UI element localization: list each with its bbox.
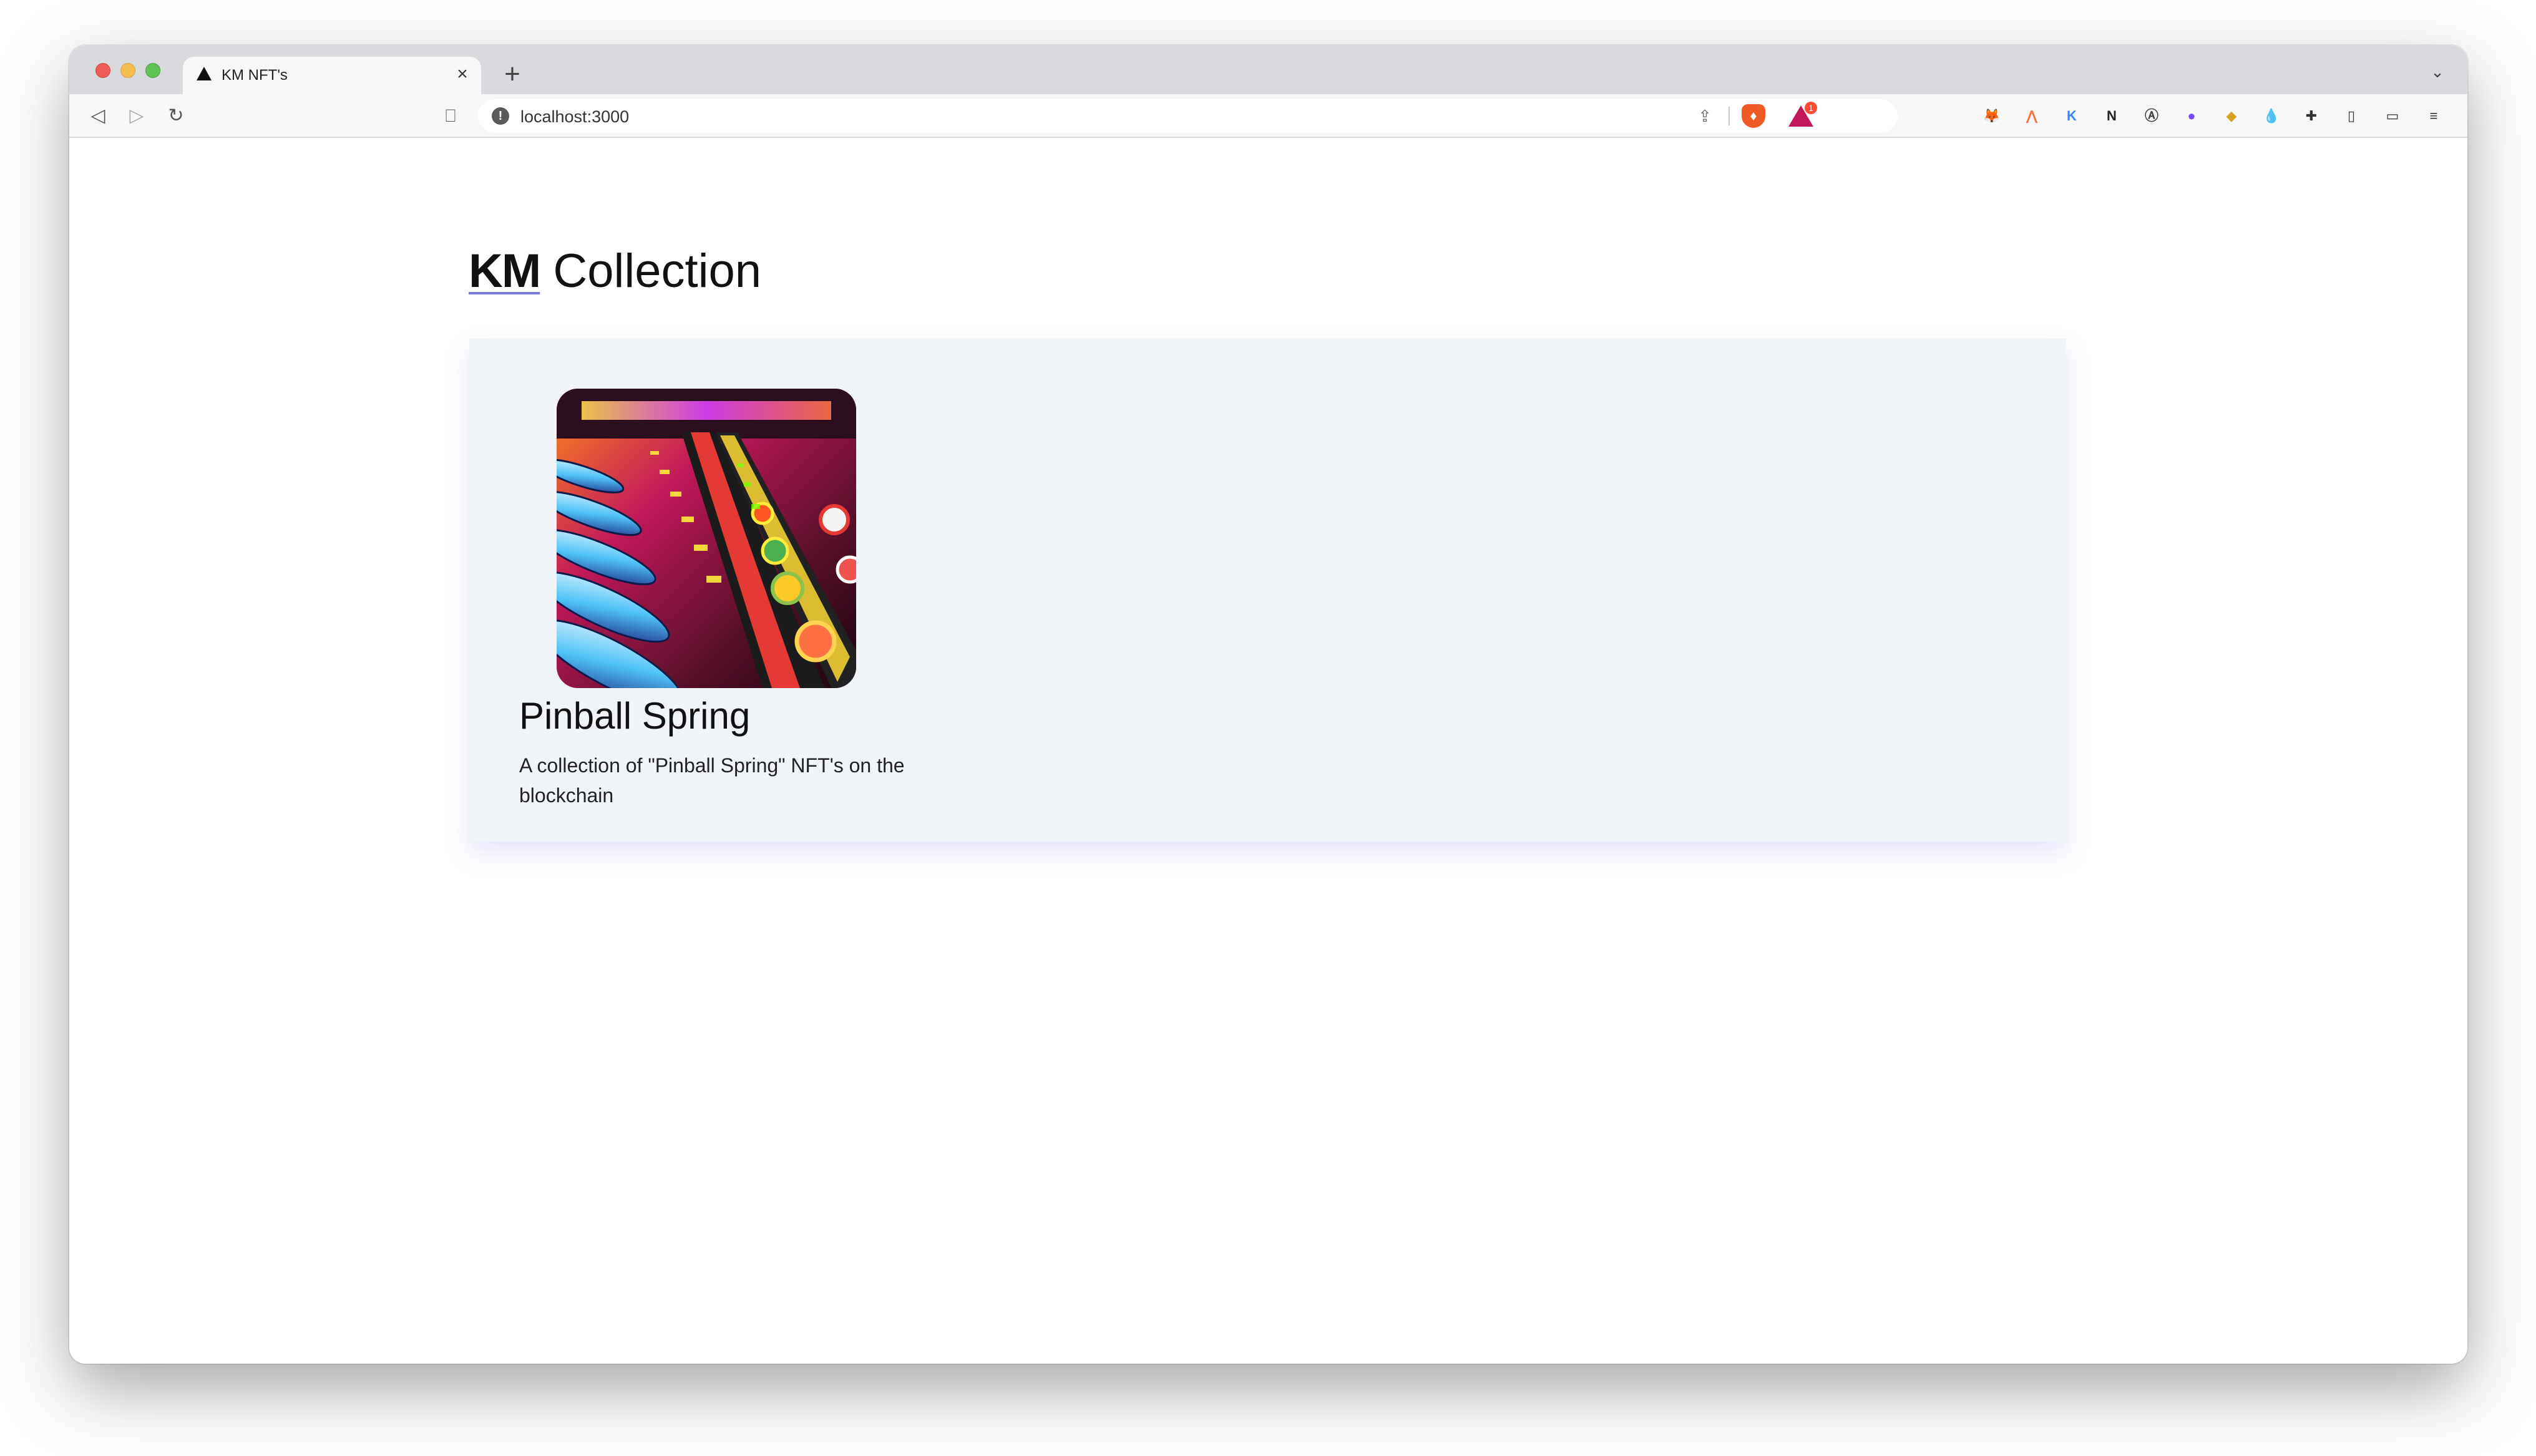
- brave-shields-icon[interactable]: ♦: [1742, 104, 1765, 128]
- a-circle-icon[interactable]: Ⓐ: [2140, 104, 2163, 128]
- sidebar-toggle-icon[interactable]: ▯: [2339, 104, 2363, 128]
- reload-button[interactable]: ↻: [163, 103, 189, 129]
- collection-name: Pinball Spring: [519, 695, 751, 737]
- forward-button[interactable]: ▷: [124, 103, 150, 129]
- metamask-icon[interactable]: 🦊: [1980, 104, 2004, 128]
- menu-icon[interactable]: ≡: [2422, 104, 2446, 128]
- omnibox-divider: [1729, 107, 1730, 125]
- address-bar[interactable]: ! localhost:3000 ⇪ ♦ 1: [478, 99, 1898, 133]
- collection-panel: Pinball Spring A collection of "Pinball …: [469, 339, 2066, 842]
- close-window-button[interactable]: [95, 63, 110, 78]
- k-extension-icon[interactable]: K: [2060, 104, 2084, 128]
- back-button[interactable]: ◁: [85, 103, 111, 129]
- chevron-down-icon[interactable]: ⌄: [2425, 59, 2450, 84]
- title-rest: Collection: [540, 245, 762, 298]
- page-content: KM Collection Pinball Spring A collectio…: [69, 139, 2467, 1364]
- purple-circle-icon[interactable]: ●: [2180, 104, 2203, 128]
- puzzle-icon[interactable]: ✚: [2299, 104, 2323, 128]
- zoom-window-button[interactable]: [145, 63, 160, 78]
- site-info-icon[interactable]: !: [492, 107, 509, 125]
- browser-window: KM NFT's × + ⌄ ◁ ▷ ↻ ⎕ ! localhost:3000 …: [69, 46, 2467, 1364]
- wallet-icon[interactable]: ▭: [2381, 104, 2404, 128]
- new-tab-button[interactable]: +: [495, 57, 530, 92]
- tab-km-nfts[interactable]: KM NFT's ×: [183, 57, 481, 94]
- triangle-favicon-icon: [197, 67, 212, 80]
- page-title: KM Collection: [469, 244, 761, 298]
- notion-icon[interactable]: N: [2100, 104, 2124, 128]
- url-text[interactable]: localhost:3000: [520, 107, 629, 127]
- drop-icon[interactable]: 💧: [2260, 104, 2283, 128]
- brand-link[interactable]: KM: [469, 245, 541, 298]
- share-icon[interactable]: ⇪: [1694, 105, 1716, 127]
- minimize-window-button[interactable]: [120, 63, 135, 78]
- brave-wallet-ext-icon[interactable]: ⋀: [2020, 104, 2044, 128]
- tab-title: KM NFT's: [222, 67, 288, 84]
- dark-square-icon[interactable]: ◆: [2220, 104, 2243, 128]
- collection-description: A collection of "Pinball Spring" NFT's o…: [519, 754, 905, 807]
- pinball-artwork-image[interactable]: [557, 389, 856, 688]
- bookmark-icon[interactable]: ⎕: [437, 103, 464, 129]
- tab-strip: KM NFT's × + ⌄: [69, 46, 2467, 94]
- close-tab-icon[interactable]: ×: [451, 63, 474, 85]
- rewards-badge: 1: [1805, 102, 1817, 114]
- browser-toolbar: ◁ ▷ ↻ ⎕ ! localhost:3000 ⇪ ♦ 1 🦊 ⋀ K N Ⓐ ● ◆ 💧 ✚…: [69, 94, 2467, 138]
